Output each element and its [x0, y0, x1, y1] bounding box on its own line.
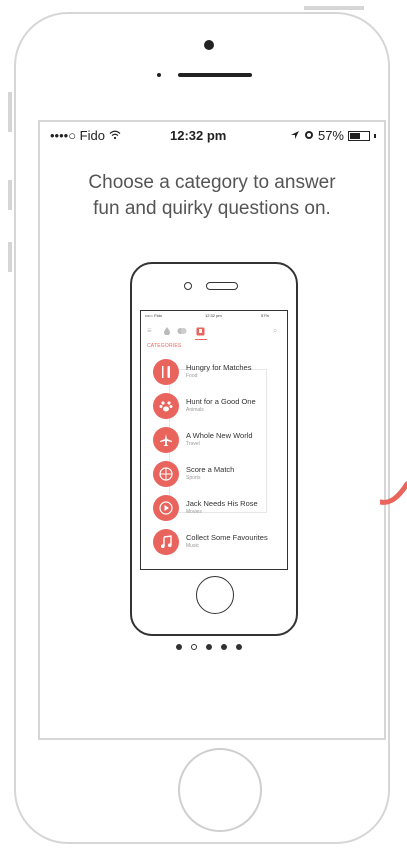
- play-icon: [153, 495, 179, 521]
- illustration-screen: ••••○ Fido 12:32 pm 57% ≡ ⌕ CATEGORIES H…: [140, 310, 288, 570]
- page-dot[interactable]: [206, 644, 212, 650]
- front-camera: [204, 40, 214, 50]
- category-subtitle: Music: [186, 543, 200, 549]
- music-note-icon: [153, 529, 179, 555]
- home-button[interactable]: [178, 748, 262, 832]
- headline-line-2: fun and quirky questions on.: [93, 198, 331, 219]
- status-right: 57%: [290, 128, 376, 143]
- active-tab-underline: [195, 339, 207, 340]
- wifi-icon: [109, 128, 121, 143]
- onboarding-headline: Choose a category to answer fun and quir…: [52, 170, 372, 222]
- page-dot[interactable]: [236, 644, 242, 650]
- battery-tip: [374, 133, 376, 138]
- chat-bubbles-icon: [177, 327, 187, 337]
- category-title: Hungry for Matches: [186, 363, 252, 372]
- location-arrow-icon: [290, 128, 300, 143]
- basketball-icon: [153, 461, 179, 487]
- category-item[interactable]: Jack Needs His Rose Movies: [153, 495, 287, 525]
- categories-tab-icon: [196, 327, 205, 338]
- paw-icon: [153, 393, 179, 419]
- page-indicator[interactable]: [176, 644, 242, 650]
- illustration-battery: 57%: [261, 313, 270, 318]
- airplane-icon: [153, 427, 179, 453]
- illustration-speaker: [206, 282, 238, 290]
- category-title: A Whole New World: [186, 431, 253, 440]
- battery-percent: 57%: [317, 128, 344, 143]
- device-top-button: [304, 6, 364, 10]
- category-item[interactable]: A Whole New World Travel: [153, 427, 287, 457]
- battery-icon: [348, 130, 370, 141]
- category-subtitle: Food: [186, 373, 198, 379]
- carrier-label: ••••○ Fido: [50, 128, 121, 143]
- carrier-text: ••••○ Fido: [50, 128, 105, 143]
- device-silent-switch: [8, 92, 12, 132]
- page-dot[interactable]: [176, 644, 182, 650]
- category-subtitle: Animals: [186, 407, 204, 413]
- device-volume-down: [8, 242, 12, 272]
- illustration-nav: ≡ ⌕: [141, 325, 287, 340]
- fork-knife-icon: [153, 359, 179, 385]
- page-dot[interactable]: [221, 644, 227, 650]
- flame-icon: [163, 327, 171, 337]
- illustration-status-bar: ••••○ Fido 12:32 pm 57%: [143, 313, 287, 321]
- alarm-icon: [304, 128, 314, 143]
- swipe-hint-arrow: [380, 481, 407, 505]
- category-subtitle: Sports: [186, 475, 201, 481]
- proximity-sensor: [157, 73, 161, 77]
- menu-icon: ≡: [147, 326, 152, 335]
- illustration-carrier: ••••○ Fido: [145, 313, 162, 318]
- category-title: Score a Match: [186, 465, 235, 474]
- phone-screen: ••••○ Fido 12:32 pm 57% Choose a categor…: [38, 120, 386, 740]
- phone-illustration: ••••○ Fido 12:32 pm 57% ≡ ⌕ CATEGORIES H…: [130, 262, 298, 636]
- earpiece-speaker: [178, 73, 252, 77]
- clock: 12:32 pm: [170, 128, 227, 143]
- category-title: Jack Needs His Rose: [186, 499, 258, 508]
- illustration-camera: [184, 282, 192, 290]
- category-item[interactable]: Hunt for a Good One Animals: [153, 393, 287, 423]
- search-icon: ⌕: [273, 326, 278, 335]
- page-dot-active[interactable]: [191, 644, 197, 650]
- status-bar: ••••○ Fido 12:32 pm 57%: [40, 122, 384, 148]
- illustration-home-button: [196, 576, 234, 614]
- category-subtitle: Travel: [186, 441, 200, 447]
- category-subtitle: Movies: [186, 509, 202, 515]
- category-title: Hunt for a Good One: [186, 397, 256, 406]
- illustration-time: 12:32 pm: [205, 313, 222, 318]
- device-volume-up: [8, 180, 12, 210]
- category-item[interactable]: Score a Match Sports: [153, 461, 287, 491]
- category-title: Collect Some Favourites: [186, 533, 268, 542]
- category-item[interactable]: Collect Some Favourites Music: [153, 529, 287, 559]
- category-item[interactable]: Hungry for Matches Food: [153, 359, 287, 389]
- headline-line-1: Choose a category to answer: [88, 172, 336, 193]
- categories-label: CATEGORIES: [147, 343, 182, 349]
